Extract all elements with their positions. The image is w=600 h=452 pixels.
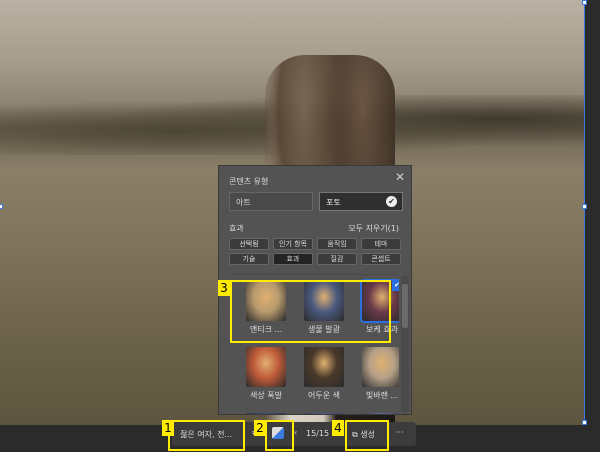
annotation-box-2 [265, 420, 294, 451]
chip-theme[interactable]: 테마 [361, 238, 401, 250]
selection-handle[interactable] [582, 204, 587, 209]
type-photo-button[interactable]: 포토 ✔ [319, 192, 403, 211]
annotation-box-4 [345, 420, 389, 451]
type-label: 아트 [236, 198, 251, 207]
right-strip [586, 0, 600, 425]
selection-handle[interactable] [582, 0, 587, 5]
annotation-1: 1 [162, 420, 174, 436]
chip-selected[interactable]: 선택됨 [229, 238, 269, 250]
selection-edge [584, 0, 585, 425]
thumbnail-label: 빛바랜 ... [365, 391, 399, 400]
annotation-3: 3 [218, 280, 230, 296]
prev-icon[interactable]: ‹ [294, 428, 297, 437]
thumbnail-label: 어두운 색 [308, 391, 340, 400]
scrollbar-thumb[interactable] [402, 284, 408, 328]
effect-thumbnail[interactable] [357, 413, 399, 414]
close-icon[interactable]: ✕ [395, 170, 405, 184]
thumbnail-image [362, 413, 399, 414]
thumbnail-image [246, 413, 286, 414]
content-type-title: 콘텐츠 유형 [229, 177, 269, 186]
page-counter: 15/15 [306, 429, 330, 438]
effect-thumbnail[interactable] [299, 413, 349, 414]
scrollbar[interactable] [401, 276, 409, 412]
check-icon: ✔ [392, 281, 399, 291]
chip-concept[interactable]: 콘셉트 [361, 253, 401, 265]
effect-thumbnail[interactable] [241, 413, 291, 414]
chip-technique[interactable]: 기술 [229, 253, 269, 265]
annotation-2: 2 [254, 420, 266, 436]
chip-motion[interactable]: 움직임 [317, 238, 357, 250]
annotation-4: 4 [332, 420, 344, 436]
effect-thumbnail[interactable]: 어두운 색 [299, 347, 349, 401]
chip-texture[interactable]: 질감 [317, 253, 357, 265]
effect-thumbnail[interactable]: 빛바랜 ... [357, 347, 399, 401]
chip-effects[interactable]: 효과 [273, 253, 313, 265]
effect-thumbnail[interactable]: 색상 폭발 [241, 347, 291, 401]
annotation-box-3 [230, 280, 391, 343]
thumbnail-label: 색상 폭발 [250, 391, 282, 400]
type-art-button[interactable]: 아트 [229, 192, 313, 211]
selection-handle[interactable] [0, 204, 3, 209]
thumbnail-image [362, 347, 399, 387]
chip-popular[interactable]: 인기 항목 [273, 238, 313, 250]
effects-label: 효과 [229, 224, 244, 233]
annotation-box-1 [168, 420, 245, 451]
thumbnail-image [304, 413, 344, 414]
check-icon: ✔ [386, 196, 397, 207]
thumbnail-image [304, 347, 344, 387]
clear-all-link[interactable]: 모두 지우기(1) [348, 223, 399, 234]
more-icon[interactable]: ··· [396, 428, 404, 437]
type-label: 포토 [326, 198, 341, 207]
thumbnail-image [246, 347, 286, 387]
